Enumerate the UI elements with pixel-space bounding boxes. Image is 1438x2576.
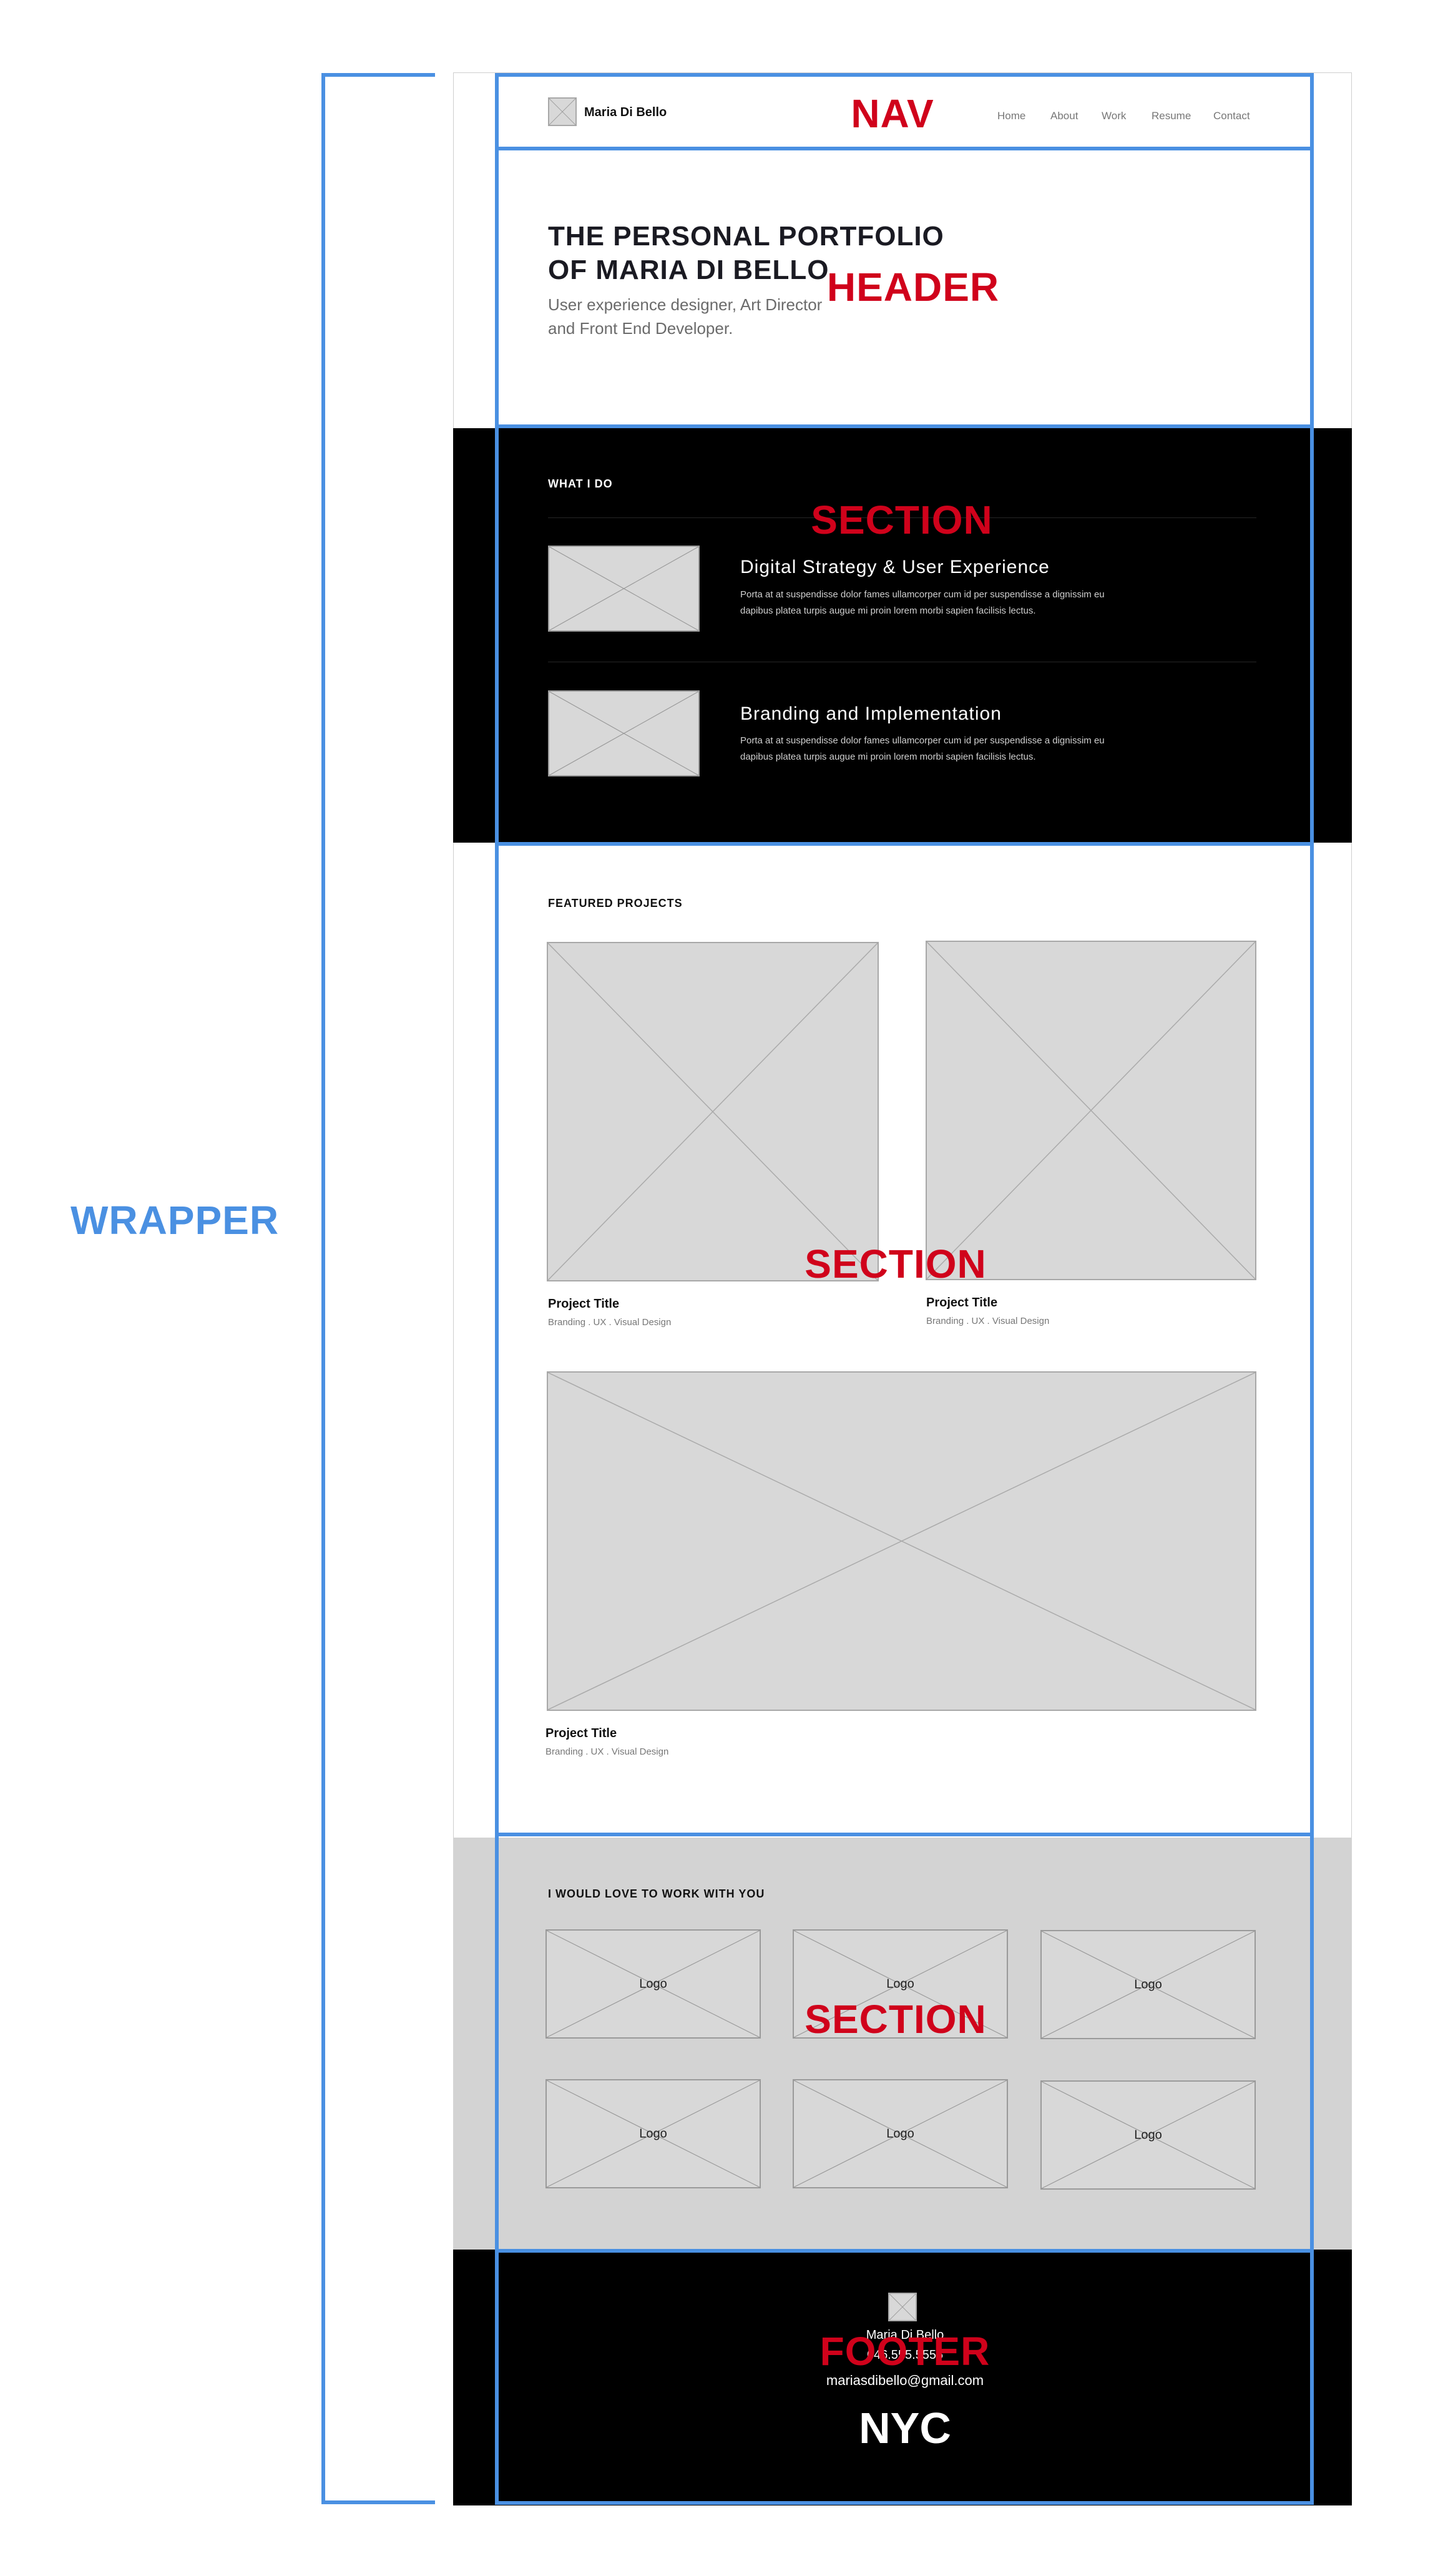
footer-annotation-box [495, 2249, 1314, 2505]
section-annotation-box [495, 424, 1314, 846]
header-annotation-label: HEADER [826, 265, 1000, 310]
section-annotation-box [495, 842, 1314, 1836]
section-annotation-label: SECTION [805, 1997, 987, 2042]
nav-annotation-label: NAV [851, 91, 934, 136]
wrapper-bracket [321, 73, 435, 2504]
wrapper-annotation-label: WRAPPER [70, 1198, 280, 1243]
footer-annotation-label: FOOTER [819, 2329, 990, 2374]
section-annotation-label: SECTION [805, 1241, 987, 1286]
section-annotation-label: SECTION [811, 497, 993, 542]
section-annotation-box [495, 1833, 1314, 2253]
